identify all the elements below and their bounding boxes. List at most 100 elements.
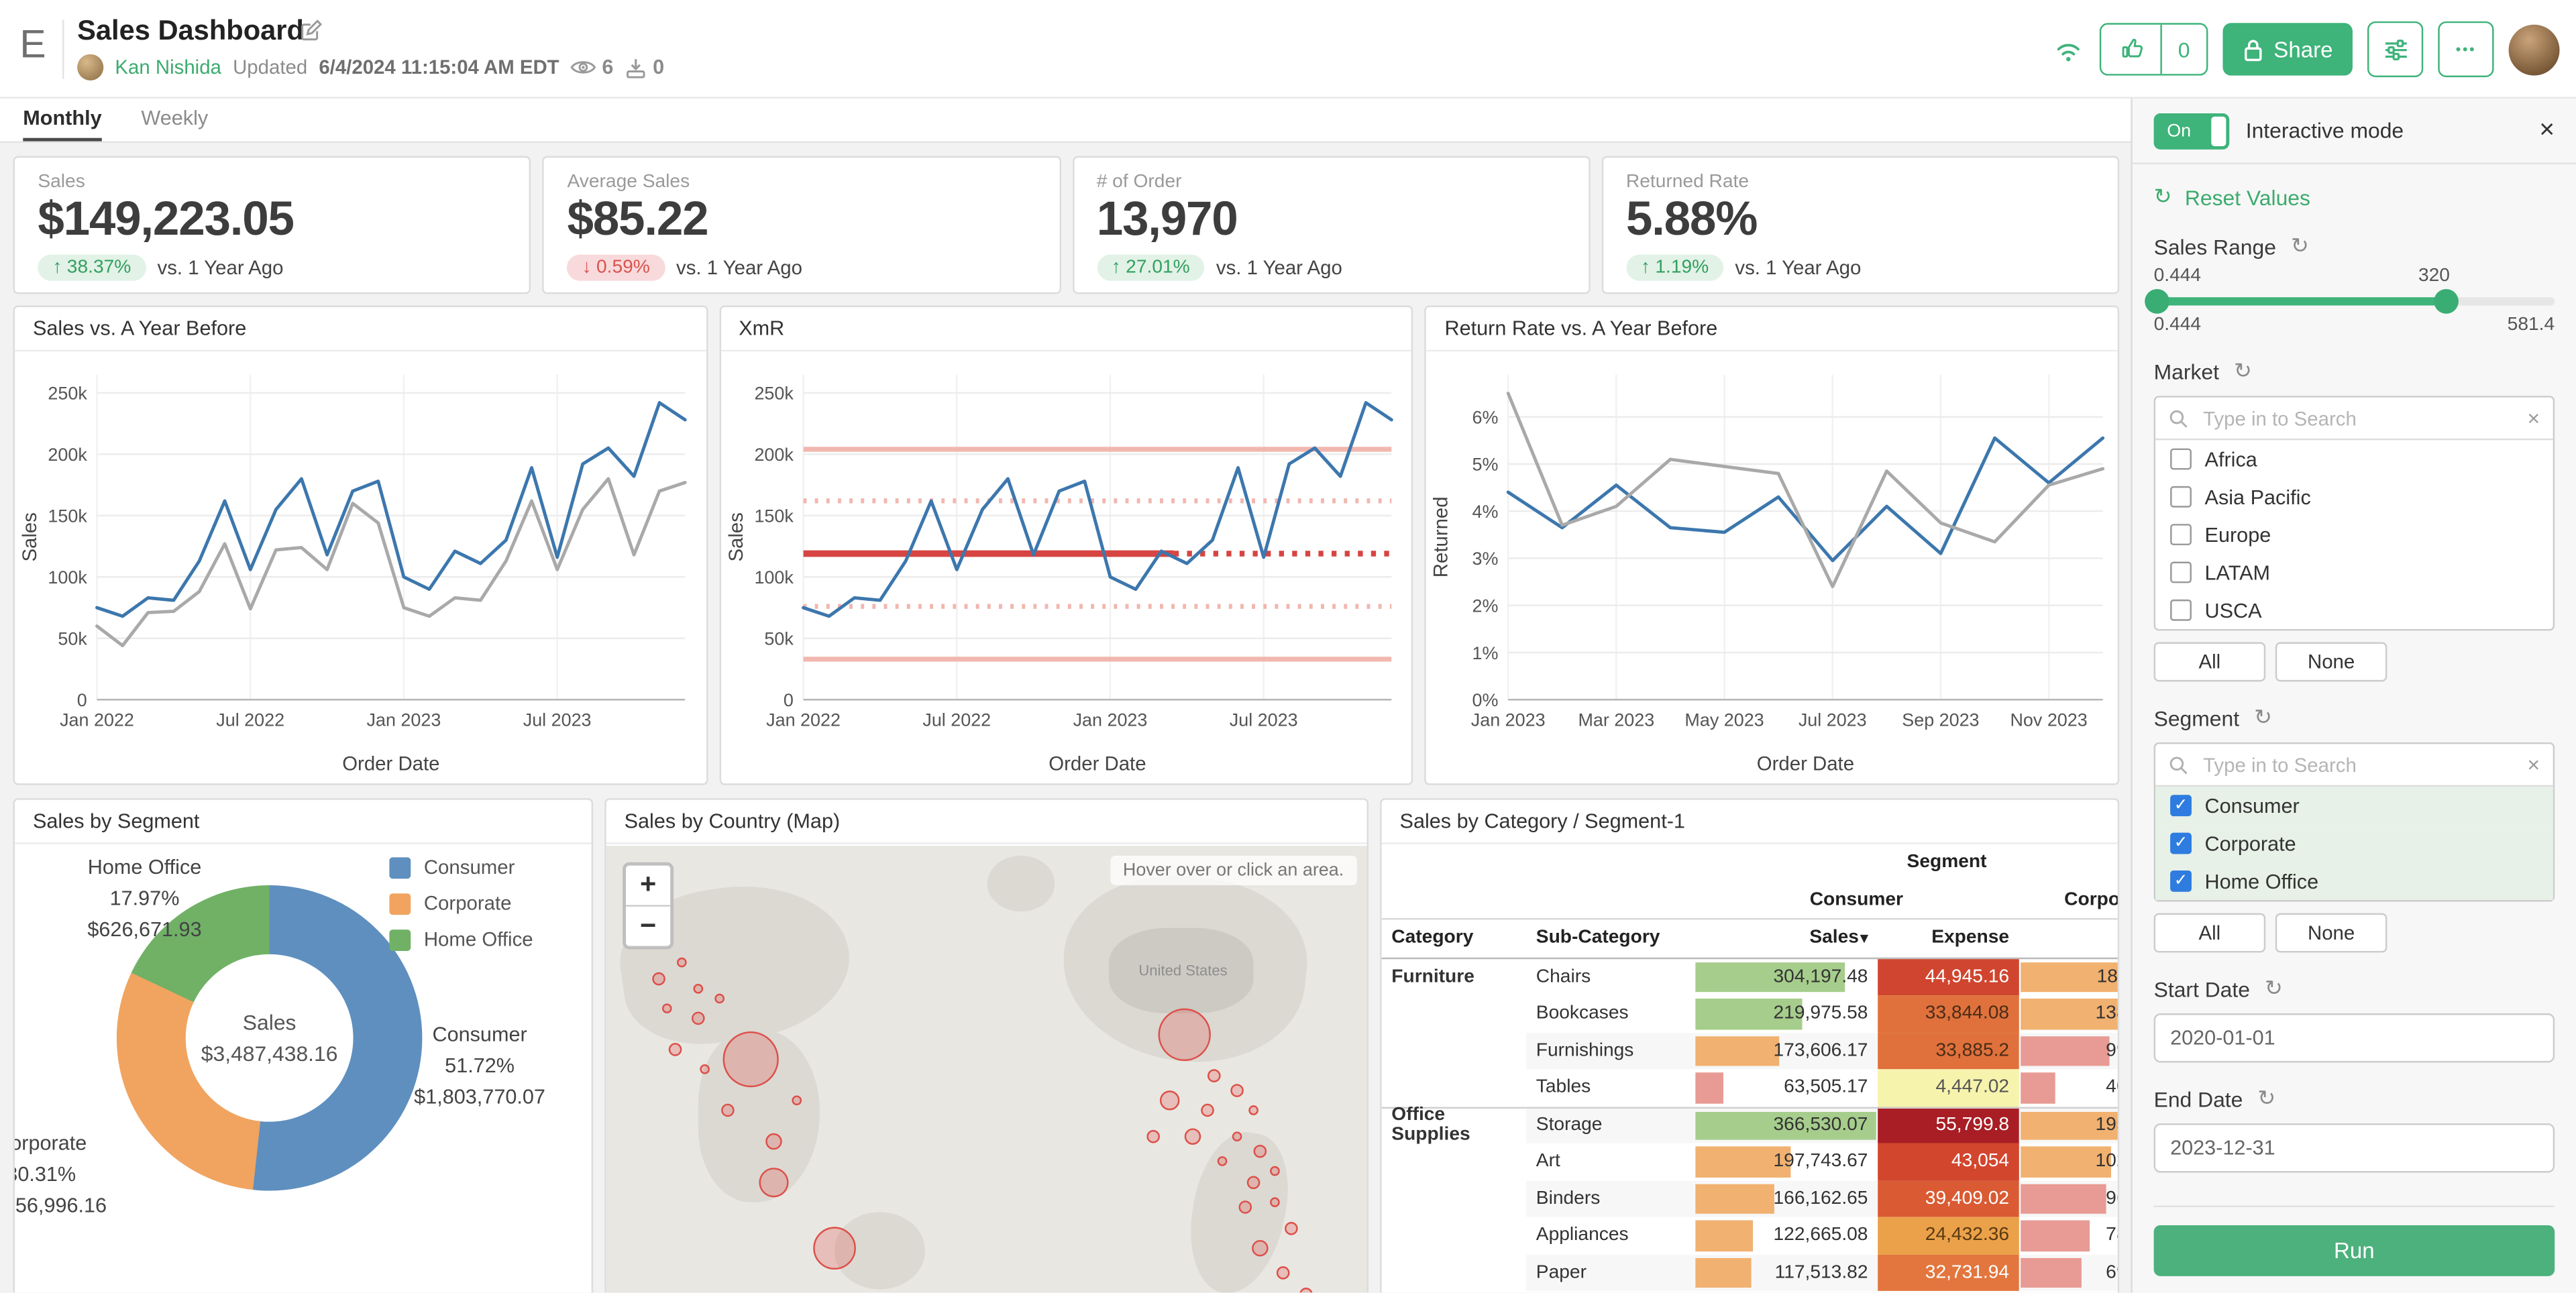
tab-weekly[interactable]: Weekly	[141, 99, 208, 142]
market-option-latam[interactable]: LATAM	[2155, 553, 2553, 591]
panel-header: On Interactive mode ×	[2133, 99, 2576, 164]
map-sales-circle[interactable]	[759, 1167, 788, 1196]
settings-sliders-button[interactable]	[2367, 21, 2423, 77]
close-icon[interactable]: ×	[2539, 116, 2555, 146]
clear-search-icon[interactable]: ×	[2528, 752, 2540, 777]
map-sales-circle[interactable]	[1284, 1221, 1297, 1235]
map-sales-circle[interactable]	[1299, 1288, 1313, 1293]
segment-none-button[interactable]: None	[2275, 913, 2387, 953]
segment-all-button[interactable]: All	[2154, 913, 2266, 953]
user-avatar[interactable]	[2509, 24, 2560, 75]
slider-handle-max[interactable]	[2434, 289, 2459, 314]
map-sales-circle[interactable]	[1277, 1267, 1290, 1280]
market-option-asia-pacific[interactable]: Asia Pacific	[2155, 478, 2553, 516]
kpi-comparison-label: vs. 1 Year Ago	[1216, 256, 1342, 279]
segment-option-home-office[interactable]: ✓Home Office	[2155, 862, 2553, 900]
reset-values-link[interactable]: ↻ Reset Values	[2154, 184, 2555, 210]
lock-icon	[2243, 37, 2264, 62]
map-zoom-out-button[interactable]: −	[626, 905, 670, 946]
tab-monthly[interactable]: Monthly	[23, 99, 101, 142]
map-zoom-in-button[interactable]: +	[626, 866, 670, 905]
map-sales-circle[interactable]	[1208, 1068, 1222, 1082]
map-sales-circle[interactable]	[1252, 1240, 1269, 1256]
segment-option-consumer[interactable]: ✓Consumer	[2155, 787, 2553, 824]
world-map[interactable]: United States + − Hover over or click an…	[606, 846, 1367, 1292]
like-count[interactable]: 0	[2160, 25, 2206, 74]
table-col-sales-sort[interactable]: Sales▾	[1694, 919, 1878, 956]
more-options-button[interactable]: •••	[2438, 21, 2493, 77]
kpi-comparison-label: vs. 1 Year Ago	[1735, 256, 1861, 279]
svg-text:Returned: Returned	[1430, 496, 1452, 577]
svg-text:0%: 0%	[1472, 690, 1499, 710]
refresh-icon[interactable]: ↻	[2265, 976, 2283, 1002]
market-all-button[interactable]: All	[2154, 642, 2266, 682]
kpi-comparison-label: vs. 1 Year Ago	[676, 256, 802, 279]
app-logo: E	[19, 23, 46, 69]
map-sales-circle[interactable]	[1231, 1084, 1244, 1097]
svg-text:May 2023: May 2023	[1685, 710, 1764, 730]
refresh-icon[interactable]: ↻	[2234, 358, 2252, 384]
map-sales-circle[interactable]	[1248, 1106, 1258, 1116]
start-date-input[interactable]: 2020-01-01	[2154, 1013, 2555, 1062]
kpi-card: Sales$149,223.05↑38.37%vs. 1 Year Ago	[13, 156, 531, 294]
author-link[interactable]: Kan Nishida	[115, 56, 221, 78]
map-sales-circle[interactable]	[1159, 1090, 1179, 1110]
map-sales-circle[interactable]	[722, 1031, 778, 1087]
line-chart-xmr: 050k100k150k200k250kJan 2022Jul 2022Jan …	[720, 351, 1411, 785]
map-sales-circle[interactable]	[792, 1095, 802, 1105]
svg-text:150k: 150k	[754, 506, 794, 526]
edit-title-icon[interactable]	[299, 18, 324, 51]
kpi-label: Returned Rate	[1626, 172, 2095, 192]
market-option-africa[interactable]: Africa	[2155, 440, 2553, 477]
map-sales-circle[interactable]	[765, 1133, 782, 1149]
svg-text:Order Date: Order Date	[1758, 753, 1855, 775]
market-option-usca[interactable]: USCA	[2155, 592, 2553, 629]
interactive-mode-toggle[interactable]: On	[2154, 113, 2230, 149]
svg-text:250k: 250k	[754, 384, 794, 404]
refresh-icon[interactable]: ↻	[2257, 1086, 2275, 1112]
kpi-comparison-label: vs. 1 Year Ago	[158, 256, 284, 279]
table-consumer-expense-cell: 39,409.02	[1878, 1180, 2019, 1217]
refresh-icon[interactable]: ↻	[2254, 705, 2272, 731]
refresh-icon[interactable]: ↻	[2291, 233, 2309, 260]
map-sales-circle[interactable]	[1238, 1200, 1252, 1214]
market-option-europe[interactable]: Europe	[2155, 516, 2553, 553]
table-category-cell: Office Supplies	[1382, 1106, 1527, 1143]
byline: Kan Nishida Updated 6/4/2024 11:15:04 AM…	[77, 54, 664, 80]
header-actions: 0 Share •••	[2051, 21, 2559, 77]
end-date-input[interactable]: 2023-12-31	[2154, 1123, 2555, 1172]
table-col-expense[interactable]: Expense	[1878, 919, 2019, 956]
segment-search-input[interactable]	[2200, 751, 2516, 777]
arrow-down-icon: ↓	[582, 258, 592, 277]
map-sales-circle[interactable]	[813, 1227, 856, 1270]
market-none-button[interactable]: None	[2275, 642, 2387, 682]
slider-handle-min[interactable]	[2145, 289, 2170, 314]
start-date-label: Start Date ↻	[2154, 976, 2555, 1002]
market-search-input[interactable]	[2200, 405, 2516, 431]
run-button[interactable]: Run	[2154, 1225, 2555, 1276]
table-segment-header: Segment	[1694, 844, 2119, 881]
map-sales-circle[interactable]	[1183, 1128, 1199, 1144]
arrow-up-icon: ↑	[1112, 258, 1121, 277]
table-col-category: Category	[1382, 919, 1527, 956]
refresh-icon: ↻	[2154, 184, 2172, 210]
map-sales-circle[interactable]	[668, 1043, 682, 1056]
table-corporate-sales-cell: 138,352.25	[2019, 995, 2119, 1032]
map-sales-circle[interactable]	[1246, 1175, 1260, 1188]
segment-option-corporate[interactable]: ✓Corporate	[2155, 824, 2553, 862]
map-sales-circle[interactable]	[1147, 1129, 1161, 1143]
clear-search-icon[interactable]: ×	[2528, 406, 2540, 431]
table-col-sales2[interactable]: Sales	[2019, 919, 2119, 956]
table-corporate-sales-cell: 40,662.43	[2019, 1069, 2119, 1106]
share-button[interactable]: Share	[2222, 23, 2353, 75]
table-corporate-sales-cell: 195,550.57	[2019, 1106, 2119, 1143]
map-sales-circle[interactable]	[692, 983, 702, 993]
kpi-label: # of Order	[1097, 172, 1566, 192]
checkbox-checked-icon: ✓	[2170, 870, 2192, 892]
kpi-delta-badge: ↓0.59%	[568, 255, 665, 281]
thumbs-up-button[interactable]	[2101, 25, 2160, 74]
table-consumer-sales-cell: 166,162.65	[1694, 1180, 1878, 1217]
map-sales-circle[interactable]	[1158, 1008, 1210, 1060]
slider-track[interactable]	[2154, 297, 2555, 305]
map-sales-circle[interactable]	[1201, 1104, 1214, 1117]
